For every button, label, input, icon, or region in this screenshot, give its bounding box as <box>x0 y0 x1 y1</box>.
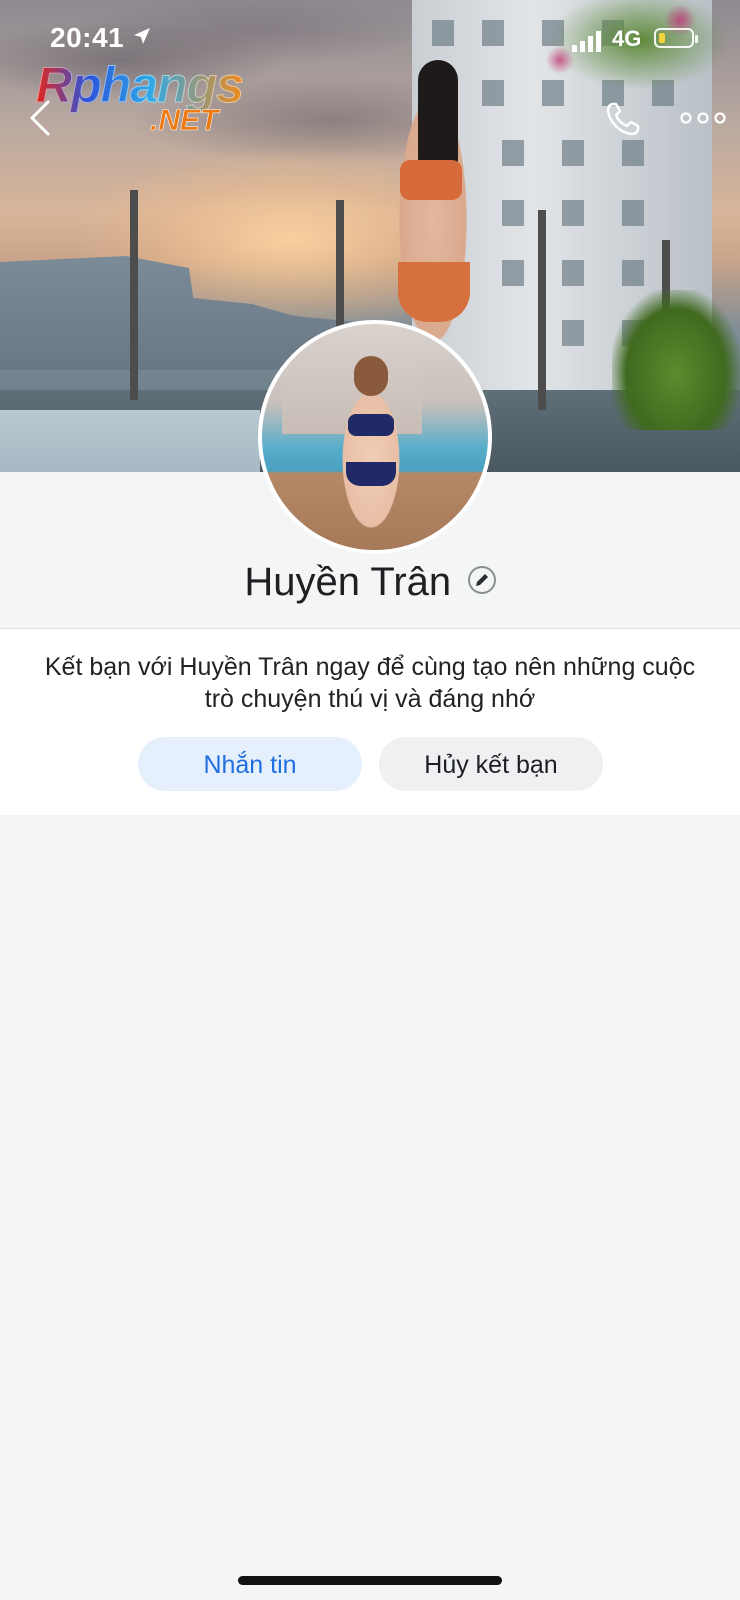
chevron-left-icon <box>30 100 50 136</box>
signal-bars-icon <box>572 30 604 52</box>
battery-level <box>659 33 665 43</box>
friend-suggestion-panel: Kết bạn với Huyền Trân ngay để cùng tạo … <box>0 629 740 815</box>
home-indicator[interactable] <box>238 1576 502 1585</box>
pencil-icon <box>475 573 488 586</box>
battery-icon <box>654 28 698 48</box>
call-button[interactable] <box>604 100 642 138</box>
status-time: 20:41 <box>50 22 125 53</box>
friend-prompt-text: Kết bạn với Huyền Trân ngay để cùng tạo … <box>44 653 696 713</box>
watermark-logo: Rphangs .NET <box>36 56 266 142</box>
unfriend-button[interactable]: Hủy kết bạn <box>379 737 603 791</box>
message-button[interactable]: Nhắn tin <box>138 737 362 791</box>
cover-railing-post <box>538 210 546 410</box>
more-dots-icon <box>680 112 726 124</box>
edit-name-button[interactable] <box>467 565 496 594</box>
avatar-person <box>326 350 416 550</box>
phone-icon <box>606 102 640 136</box>
back-button[interactable] <box>26 98 54 138</box>
avatar[interactable] <box>258 320 492 554</box>
location-arrow-icon <box>132 26 152 51</box>
cover-plant <box>612 290 740 430</box>
cover-pool-water <box>0 410 260 472</box>
cover-railing-post <box>130 190 138 400</box>
more-button[interactable] <box>680 108 726 128</box>
profile-name-row: Huyền Trân <box>0 560 740 620</box>
network-type: 4G <box>612 26 642 51</box>
watermark-line2: .NET <box>150 104 219 138</box>
profile-name: Huyền Trân <box>244 560 452 604</box>
